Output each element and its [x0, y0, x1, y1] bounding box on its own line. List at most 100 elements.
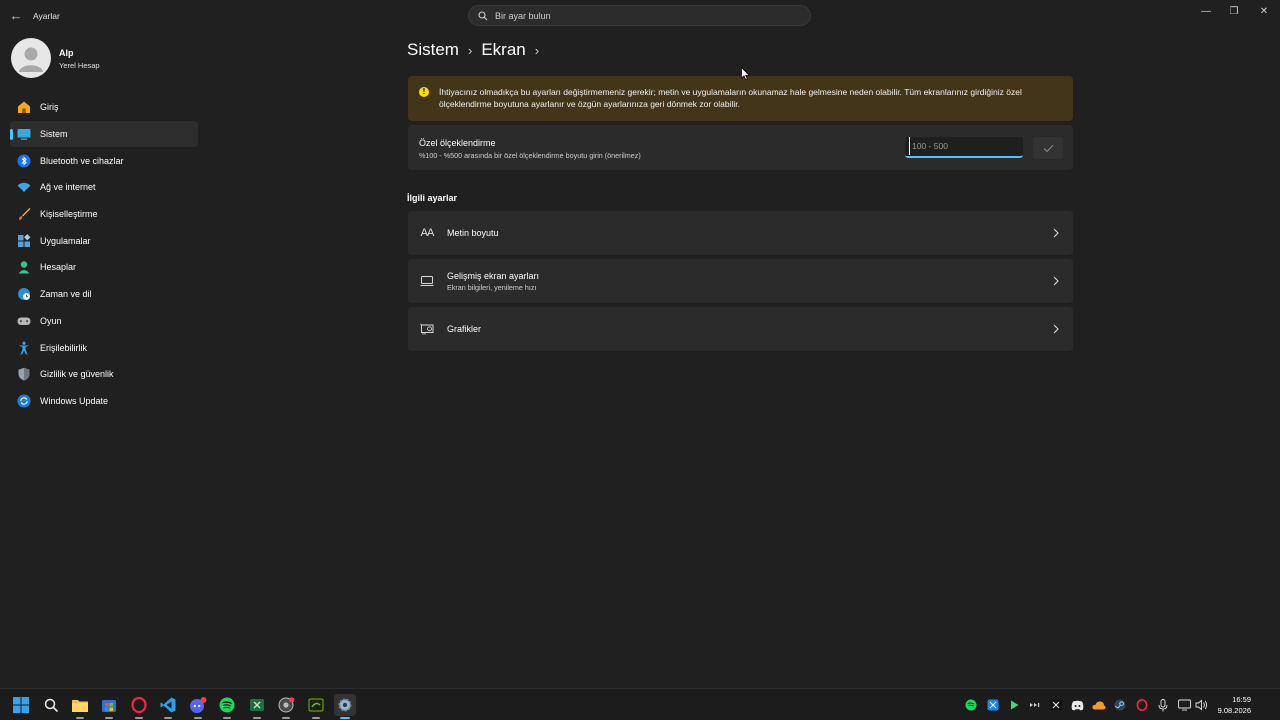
- app-tray-icon[interactable]: [986, 698, 1000, 712]
- back-button[interactable]: ←: [8, 8, 24, 24]
- custom-scaling-description: %100 - %500 arasında bir özel ölçeklendi…: [419, 151, 641, 160]
- opera-gx-icon[interactable]: [128, 694, 150, 719]
- gamepad-icon: [16, 313, 31, 328]
- search-input[interactable]: [495, 6, 795, 25]
- settings-icon[interactable]: [334, 694, 356, 719]
- sidebar-item-time-language[interactable]: Zaman ve dil: [10, 281, 198, 308]
- sidebar-item-home[interactable]: Giriş: [10, 94, 198, 121]
- profile-account-type: Yerel Hesap: [59, 61, 100, 70]
- maximize-button[interactable]: ❐: [1218, 0, 1250, 22]
- discord-tray-icon[interactable]: [1070, 698, 1084, 712]
- running-indicator: [223, 717, 231, 719]
- sidebar-item-label: Gizlilik ve güvenlik: [40, 369, 114, 380]
- clock-time[interactable]: 16:59: [1232, 695, 1251, 704]
- text-size-link[interactable]: AA Metin boyutu: [408, 211, 1073, 255]
- spotify-tray-icon[interactable]: [964, 698, 978, 712]
- accessibility-icon: [16, 340, 31, 355]
- sidebar-item-accessibility[interactable]: Erişilebilirlik: [10, 334, 198, 361]
- chevron-right-icon: ›: [534, 42, 540, 58]
- link-subtitle: Ekran bilgileri, yenileme hızı: [447, 283, 537, 292]
- sidebar-item-windows-update[interactable]: Windows Update: [10, 388, 198, 415]
- scaling-input[interactable]: [909, 137, 1022, 155]
- sidebar-item-label: Kişiselleştirme: [40, 209, 98, 220]
- sidebar-item-label: Oyun: [40, 315, 62, 326]
- sidebar-item-apps[interactable]: Uygulamalar: [10, 227, 198, 254]
- running-indicator: [194, 717, 202, 719]
- chevron-right-icon: [1053, 324, 1059, 334]
- excel-icon[interactable]: [246, 694, 268, 719]
- apps-icon: [16, 233, 31, 248]
- link-title: Gelişmiş ekran ayarları: [447, 271, 540, 281]
- bluetooth-icon: [16, 153, 31, 168]
- sidebar-item-label: Erişilebilirlik: [40, 342, 88, 353]
- breadcrumb-system[interactable]: Sistem: [407, 40, 459, 60]
- sidebar-item-privacy[interactable]: Gizlilik ve güvenlik: [10, 361, 198, 388]
- nvidia-icon[interactable]: [305, 694, 327, 719]
- running-indicator: [312, 717, 320, 719]
- system-icon: [16, 127, 31, 142]
- chevron-right-icon: [1053, 276, 1059, 286]
- sidebar-item-label: Giriş: [40, 102, 59, 113]
- close-button[interactable]: ✕: [1248, 0, 1280, 22]
- search-icon: [478, 11, 488, 21]
- update-icon: [16, 393, 31, 408]
- text-size-icon: AA: [419, 225, 435, 241]
- vscode-icon[interactable]: [157, 694, 179, 719]
- volume-icon[interactable]: [1194, 698, 1208, 712]
- chevron-right-icon: ›: [467, 42, 473, 58]
- microphone-icon[interactable]: [1156, 698, 1170, 712]
- graphics-link[interactable]: Grafikler: [408, 307, 1073, 351]
- running-indicator: [253, 717, 261, 719]
- avatar[interactable]: [11, 38, 51, 78]
- apply-button[interactable]: [1033, 137, 1063, 159]
- sidebar-item-label: Uygulamalar: [40, 235, 91, 246]
- opera-tray-icon[interactable]: [1135, 698, 1149, 712]
- network-icon[interactable]: [1177, 698, 1191, 712]
- media-tray-icon[interactable]: [1028, 698, 1042, 712]
- sidebar-item-label: Zaman ve dil: [40, 289, 92, 300]
- discord-icon[interactable]: [187, 694, 209, 719]
- search-box[interactable]: [468, 5, 811, 26]
- play-tray-icon[interactable]: [1007, 698, 1021, 712]
- sidebar-item-label: Windows Update: [40, 395, 109, 406]
- sidebar-item-system[interactable]: Sistem: [10, 120, 198, 148]
- text-size-glyph: AA: [420, 227, 435, 239]
- sidebar-item-label: Sistem: [40, 129, 68, 140]
- search-icon[interactable]: [40, 694, 62, 716]
- clock-date[interactable]: 9.08.2026: [1218, 706, 1251, 715]
- app-title: Ayarlar: [33, 11, 60, 21]
- profile-name: Alp: [59, 48, 74, 58]
- sidebar-item-bluetooth[interactable]: Bluetooth ve cihazlar: [10, 147, 198, 174]
- taskbar: 16:59 9.08.2026: [0, 688, 1280, 720]
- windows-start-icon[interactable]: [10, 694, 32, 716]
- spotify-icon[interactable]: [216, 694, 238, 719]
- sidebar-item-network[interactable]: Ağ ve internet: [10, 174, 198, 201]
- wifi-icon: [16, 180, 31, 195]
- custom-scaling-title: Özel ölçeklendirme: [419, 138, 496, 148]
- advanced-display-link[interactable]: Gelişmiş ekran ayarları Ekran bilgileri,…: [408, 259, 1073, 303]
- store-icon[interactable]: [98, 694, 120, 719]
- sidebar-item-gaming[interactable]: Oyun: [10, 308, 198, 335]
- running-indicator: [105, 717, 113, 719]
- cloud-tray-icon[interactable]: [1092, 698, 1106, 712]
- steam-tray-icon[interactable]: [1113, 698, 1127, 712]
- shield-icon: [16, 367, 31, 382]
- sidebar-item-personalization[interactable]: Kişiselleştirme: [10, 201, 198, 228]
- sidebar-item-label: Hesaplar: [40, 262, 77, 273]
- chrome-icon[interactable]: [275, 694, 297, 719]
- running-indicator: [282, 717, 290, 719]
- file-explorer-icon[interactable]: [69, 694, 91, 719]
- breadcrumb: Sistem › Ekran ›: [407, 38, 548, 62]
- sidebar-item-accounts[interactable]: Hesaplar: [10, 254, 198, 281]
- monitor-icon: [419, 273, 435, 289]
- active-indicator: [340, 717, 350, 719]
- user-avatar-icon: [19, 47, 43, 72]
- scaling-input-box[interactable]: [905, 137, 1023, 158]
- title-bar: ← Ayarlar — ❐ ✕: [0, 0, 1280, 32]
- account-icon: [16, 260, 31, 275]
- running-indicator: [135, 717, 143, 719]
- x-tray-icon[interactable]: [1049, 698, 1063, 712]
- home-icon: [16, 100, 31, 115]
- running-indicator: [76, 717, 84, 719]
- breadcrumb-display[interactable]: Ekran: [481, 40, 525, 60]
